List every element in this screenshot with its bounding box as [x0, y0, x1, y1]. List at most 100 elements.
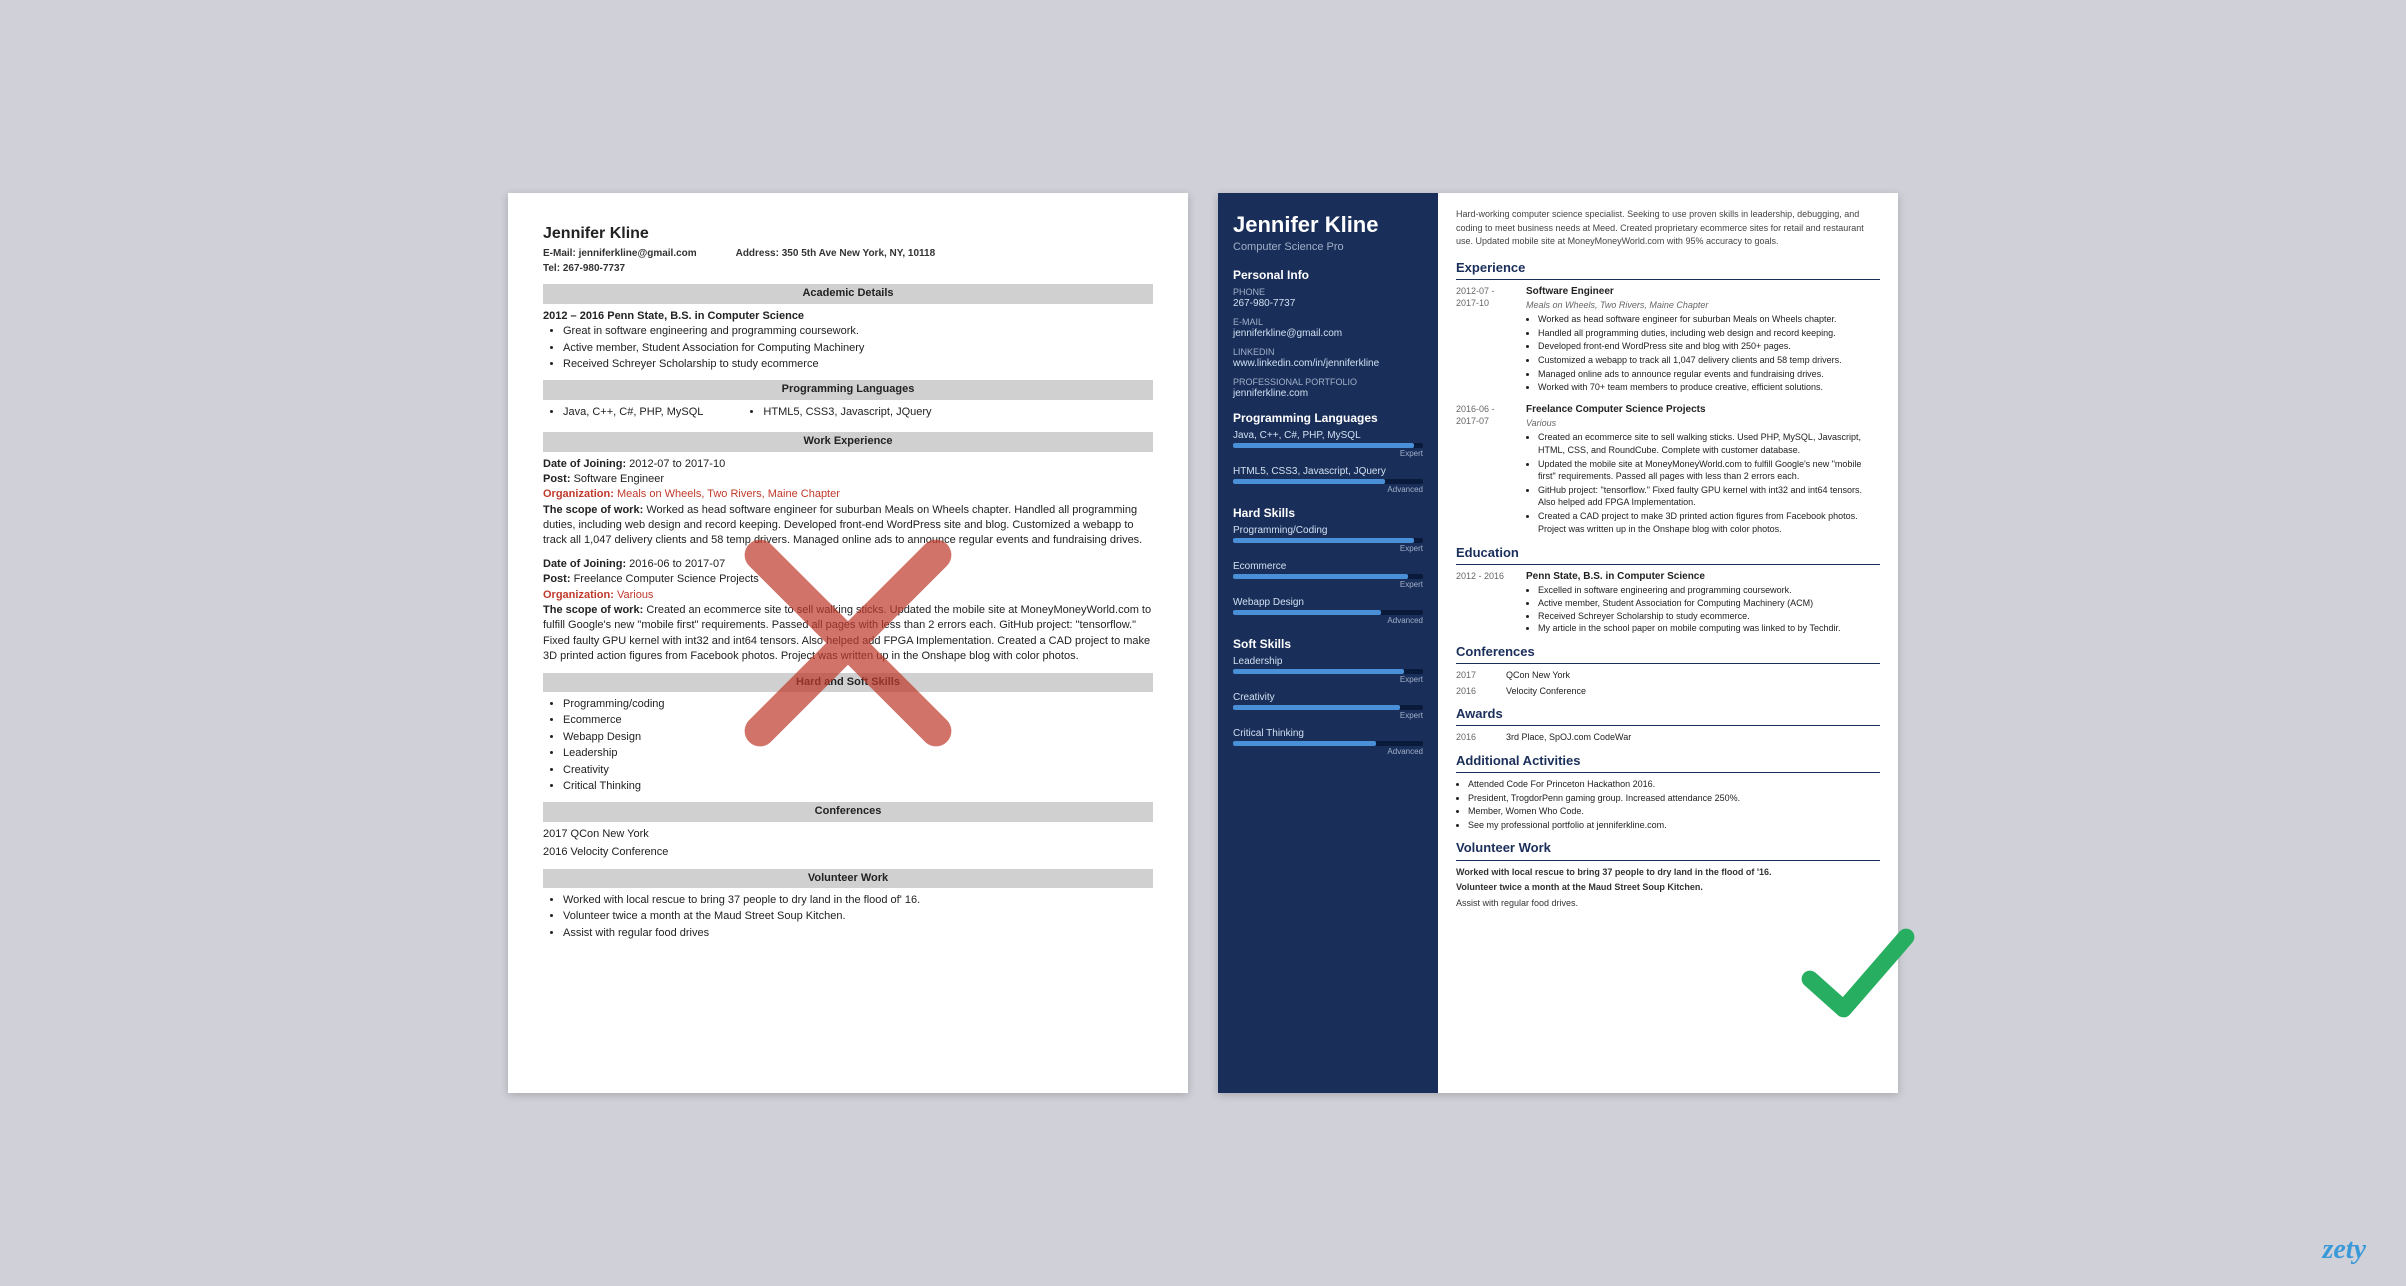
work-job-2: Date of Joining: 2016-06 to 2017-07 Post… [543, 557, 1153, 665]
conf-1-year: 2017 [1456, 669, 1496, 682]
conf-item-2: 2016 Velocity Conference [543, 845, 1153, 860]
job2-date-label: Date of Joining: [543, 558, 626, 570]
job2-date: 2016-06 to 2017-07 [629, 558, 725, 570]
hard-skills-title: Hard Skills [1233, 506, 1423, 520]
plain-email: jenniferkline@gmail.com [579, 248, 697, 259]
skill-critical-bar-bg [1233, 741, 1423, 746]
skill-creativity-bar-fill [1233, 705, 1400, 710]
skill-6: Critical Thinking [563, 779, 1153, 794]
sidebar-portfolio: jenniferkline.com [1233, 388, 1423, 399]
sidebar-email: jenniferkline@gmail.com [1233, 328, 1423, 339]
plain-address: 350 5th Ave New York, NY, 10118 [782, 248, 935, 259]
job1-org: Meals on Wheels, Two Rivers, Maine Chapt… [617, 488, 840, 500]
exp-job2-dates: 2016-06 - 2017-07 [1456, 403, 1516, 536]
exp-job1-b3: Developed front-end WordPress site and b… [1538, 340, 1842, 353]
skill-ecommerce: Ecommerce Expert [1233, 561, 1423, 589]
exp-job1-title: Software Engineer [1526, 285, 1842, 299]
job1-scope-label: The scope of work: [543, 504, 643, 516]
award-1-name: 3rd Place, SpOJ.com CodeWar [1506, 731, 1631, 744]
main-summary: Hard-working computer science specialist… [1456, 208, 1880, 249]
skill-creativity-name: Creativity [1233, 692, 1423, 703]
exp-job1-b4: Customized a webapp to track all 1,047 d… [1538, 354, 1842, 367]
linkedin-label: LinkedIn [1233, 347, 1423, 357]
skill-java-name: Java, C++, C#, PHP, MySQL [1233, 430, 1423, 441]
vol-item-1: Worked with local rescue to bring 37 peo… [1456, 866, 1880, 879]
edu-b4: My article in the school paper on mobile… [1538, 622, 1841, 635]
skill-coding-bar-fill [1233, 538, 1414, 543]
conf-2: 2016 Velocity Conference [1456, 685, 1880, 698]
skill-webapp: Webapp Design Advanced [1233, 597, 1423, 625]
skill-java: Java, C++, C#, PHP, MySQL Expert [1233, 430, 1423, 458]
skill-ecommerce-bar-fill [1233, 574, 1408, 579]
skill-coding: Programming/Coding Expert [1233, 525, 1423, 553]
job1-org-line: Organization: Meals on Wheels, Two River… [543, 487, 1153, 502]
conf-section-title: Conferences [1456, 643, 1880, 664]
email-label: E-Mail: [543, 248, 576, 259]
skill-critical: Critical Thinking Advanced [1233, 728, 1423, 756]
edu-bullet-1: Great in software engineering and progra… [563, 324, 1153, 339]
edu-item: 2012 – 2016 Penn State, B.S. in Computer… [543, 309, 1153, 373]
exp-job2-bullets: Created an ecommerce site to sell walkin… [1538, 431, 1880, 535]
skill-webapp-bar-fill [1233, 610, 1381, 615]
exp-job1-b5: Managed online ads to announce regular e… [1538, 368, 1842, 381]
exp-job1-b2: Handled all programming duties, includin… [1538, 327, 1842, 340]
academic-header: Academic Details [543, 284, 1153, 303]
skill-coding-bar-bg [1233, 538, 1423, 543]
portfolio-label: Professional Portfolio [1233, 377, 1423, 387]
skill-html-name: HTML5, CSS3, Javascript, JQuery [1233, 466, 1423, 477]
job2-org-label: Organization: [543, 589, 614, 601]
edu-row-1: 2012 - 2016 Penn State, B.S. in Computer… [1456, 570, 1880, 634]
job1-date: 2012-07 to 2017-10 [629, 458, 725, 470]
resume-plain: Jennifer Kline E-Mail: jenniferkline@gma… [508, 193, 1188, 1093]
skill-leadership-level: Expert [1233, 675, 1423, 684]
skill-html-level: Advanced [1233, 485, 1423, 494]
vol-1: Worked with local rescue to bring 37 peo… [563, 893, 1153, 908]
job1-date-line: Date of Joining: 2012-07 to 2017-10 [543, 457, 1153, 472]
exp-job2-b2: Updated the mobile site at MoneyMoneyWor… [1538, 458, 1880, 483]
skill-critical-bar-fill [1233, 741, 1376, 746]
styled-name: Jennifer Kline [1233, 213, 1423, 237]
skill-1: Programming/coding [563, 697, 1153, 712]
exp-job2-b1: Created an ecommerce site to sell walkin… [1538, 431, 1880, 456]
exp-job-2: 2016-06 - 2017-07 Freelance Computer Sci… [1456, 403, 1880, 536]
skill-creativity: Creativity Expert [1233, 692, 1423, 720]
edu-b1: Excelled in software engineering and pro… [1538, 584, 1841, 597]
skill-ecommerce-bar-bg [1233, 574, 1423, 579]
exp-job2-title: Freelance Computer Science Projects [1526, 403, 1880, 417]
zety-logo: zety [2322, 1234, 2366, 1266]
programming-skills: Java, C++, C#, PHP, MySQL HTML5, CSS3, J… [543, 405, 1153, 424]
skill-coding-name: Programming/Coding [1233, 525, 1423, 536]
skill-col1: Java, C++, C#, PHP, MySQL [563, 405, 703, 420]
skill-coding-level: Expert [1233, 544, 1423, 553]
exp-job1-b1: Worked as head software engineer for sub… [1538, 313, 1842, 326]
exp-job1-bullets: Worked as head software engineer for sub… [1538, 313, 1842, 394]
edu-b3: Received Schreyer Scholarship to study e… [1538, 610, 1841, 623]
skill-leadership-bar-fill [1233, 669, 1404, 674]
exp-job1-dates: 2012-07 - 2017-10 [1456, 285, 1516, 395]
job1-scope-line: The scope of work: Worked as head softwa… [543, 503, 1153, 549]
job2-org-line: Organization: Various [543, 588, 1153, 603]
skill-5: Creativity [563, 763, 1153, 778]
job1-post-label: Post: [543, 473, 571, 485]
edu-section-title: Education [1456, 544, 1880, 565]
edu-school-1: Penn State, B.S. in Computer Science [1526, 570, 1841, 584]
plain-tel: 267-980-7737 [563, 263, 625, 274]
skill-html-bar-fill [1233, 479, 1385, 484]
vol-2: Volunteer twice a month at the Maud Stre… [563, 909, 1153, 924]
programming-header: Programming Languages [543, 380, 1153, 399]
skill-creativity-level: Expert [1233, 711, 1423, 720]
skill-java-bar-bg [1233, 443, 1423, 448]
job2-post: Freelance Computer Science Projects [574, 573, 759, 585]
additional-list: Attended Code For Princeton Hackathon 20… [1468, 778, 1880, 831]
skill-html: HTML5, CSS3, Javascript, JQuery Advanced [1233, 466, 1423, 494]
skill-leadership-bar-bg [1233, 669, 1423, 674]
styled-title: Computer Science Pro [1233, 241, 1423, 253]
additional-section-title: Additional Activities [1456, 752, 1880, 773]
skill-critical-name: Critical Thinking [1233, 728, 1423, 739]
plain-email-line: E-Mail: jenniferkline@gmail.com Address:… [543, 247, 1153, 261]
vol-3: Assist with regular food drives [563, 926, 1153, 941]
plain-name: Jennifer Kline [543, 223, 1153, 245]
add-3: Member, Women Who Code. [1468, 805, 1880, 818]
exp-job1-b6: Worked with 70+ team members to produce … [1538, 381, 1842, 394]
soft-skills-title: Soft Skills [1233, 637, 1423, 651]
